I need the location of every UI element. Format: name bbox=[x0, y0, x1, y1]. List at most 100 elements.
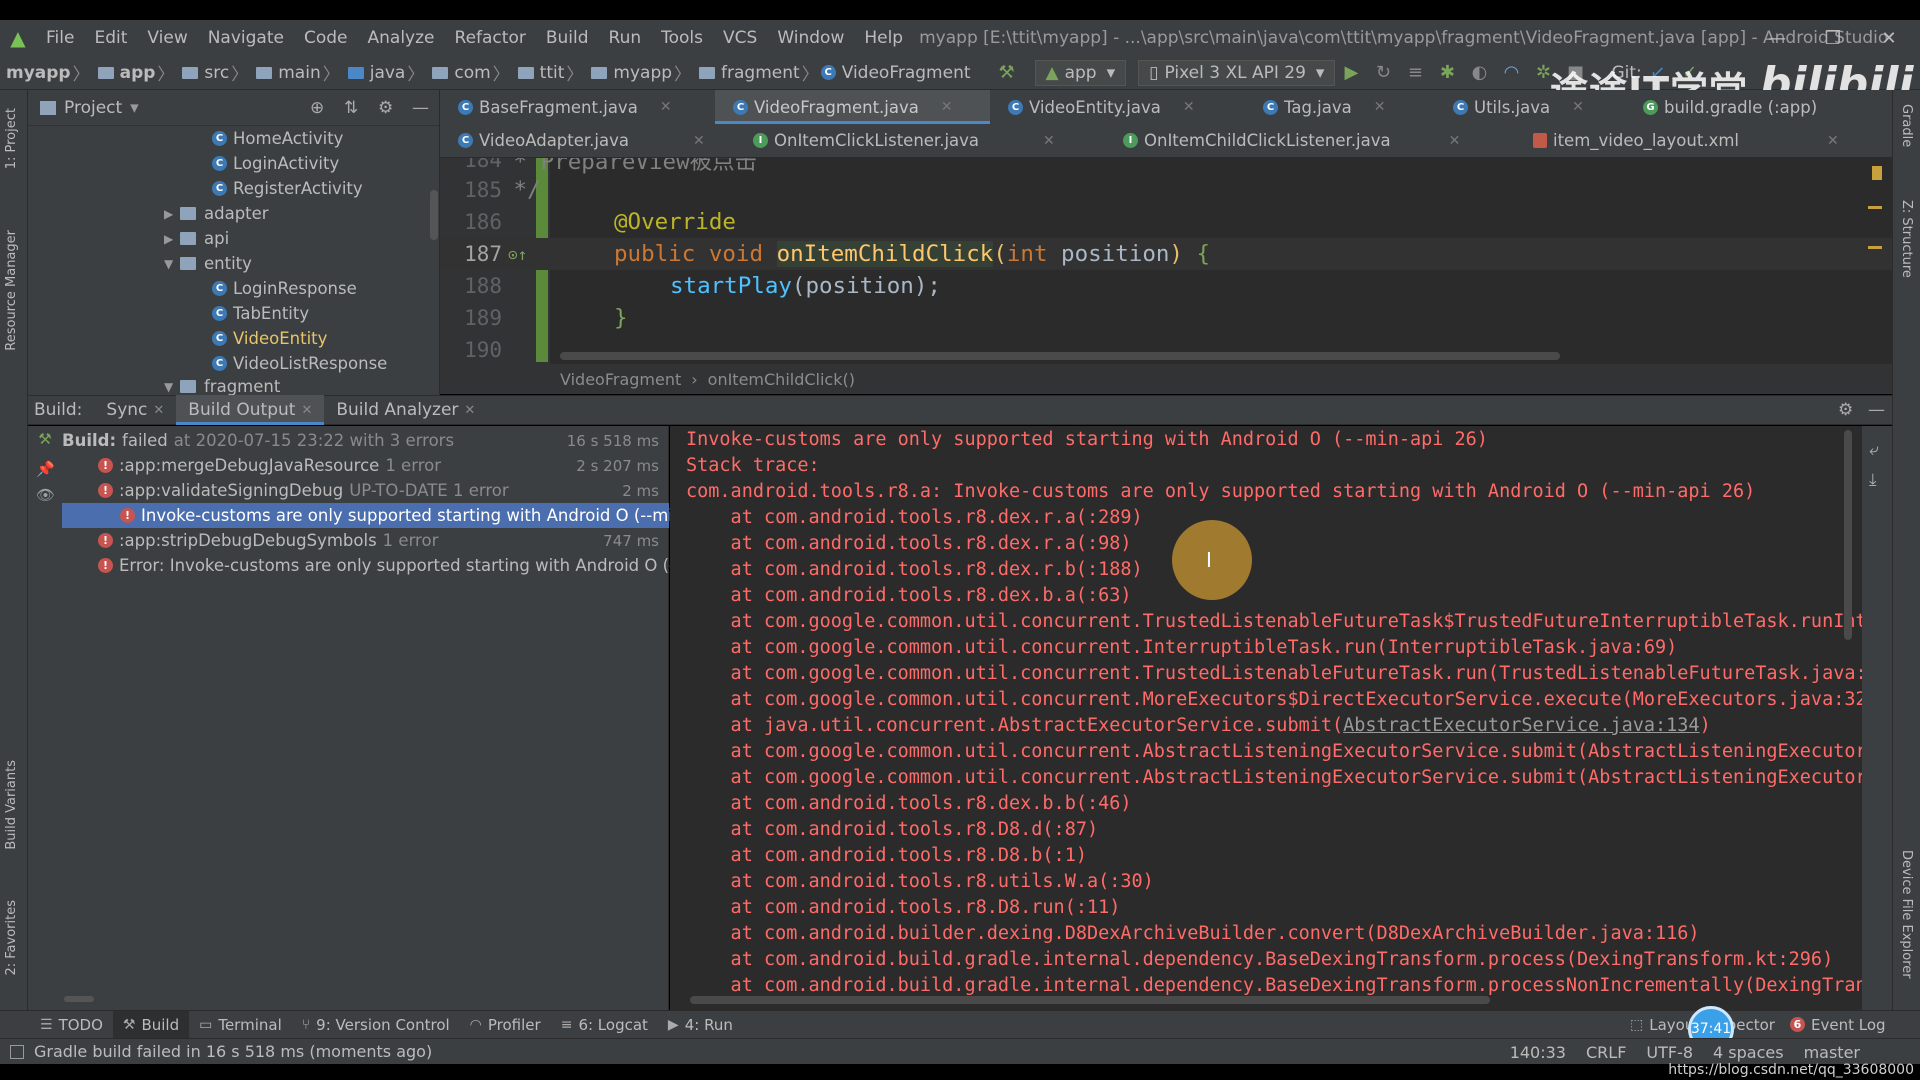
tree-item-videolistresponse[interactable]: C VideoListResponse bbox=[212, 351, 387, 376]
implements-marker-icon[interactable]: ⊙↑ bbox=[508, 245, 527, 264]
tab-videofragment[interactable]: C VideoFragment.java ✕ bbox=[715, 90, 990, 124]
tree-item-adapter[interactable]: ▶ adapter bbox=[164, 201, 269, 226]
crumb-java[interactable]: 〉 java bbox=[321, 60, 406, 86]
crumb-myapp[interactable]: 〉 myapp bbox=[564, 60, 672, 86]
close-tab-icon[interactable]: ✕ bbox=[693, 133, 705, 149]
menu-run[interactable]: Run bbox=[599, 28, 652, 48]
close-tab-icon[interactable]: ✕ bbox=[1572, 99, 1584, 115]
tab-utils[interactable]: C Utils.java ✕ bbox=[1435, 90, 1625, 124]
project-view-select[interactable]: Project bbox=[64, 98, 122, 118]
eye-icon[interactable]: 👁 bbox=[36, 486, 55, 504]
crumb-fragment[interactable]: 〉 fragment bbox=[672, 60, 800, 86]
tree-item-loginactivity[interactable]: C LoginActivity bbox=[212, 151, 339, 176]
tab-videoadapter[interactable]: C VideoAdapter.java ✕ bbox=[440, 124, 735, 158]
caret-position[interactable]: 140:33 bbox=[1510, 1043, 1566, 1062]
menu-tools[interactable]: Tools bbox=[651, 28, 713, 48]
crumb-project[interactable]: myapp bbox=[6, 63, 71, 83]
build-output-console[interactable]: Invoke-customs are only supported starti… bbox=[670, 426, 1862, 1010]
crumb-app[interactable]: 〉 app bbox=[71, 60, 156, 86]
source-link[interactable]: AbstractExecutorService.java:134 bbox=[1343, 715, 1699, 736]
crumb-com[interactable]: 〉 com bbox=[405, 60, 490, 86]
tree-item-api[interactable]: ▶ api bbox=[164, 226, 229, 251]
toolwin-version-control[interactable]: ⑂ 9: Version Control bbox=[292, 1011, 460, 1039]
menu-navigate[interactable]: Navigate bbox=[198, 28, 294, 48]
tree-item-loginresponse[interactable]: C LoginResponse bbox=[212, 276, 357, 301]
close-tab-icon[interactable]: ✕ bbox=[464, 403, 475, 418]
tab-item-video-layout[interactable]: item_video_layout.xml ✕ bbox=[1515, 124, 1885, 158]
close-tab-icon[interactable]: ✕ bbox=[1374, 99, 1386, 115]
build-row-error-selected[interactable]: ! Invoke-customs are only supported start… bbox=[62, 503, 730, 528]
tab-structure[interactable]: Z: Structure bbox=[1899, 200, 1914, 278]
debug-icon[interactable]: ✱ bbox=[1431, 62, 1463, 83]
tree-hscrollbar[interactable] bbox=[64, 996, 94, 1002]
build-row-task[interactable]: !:app:mergeDebugJavaResource 1 error 2 s 2… bbox=[62, 453, 669, 478]
tab-device-file-explorer[interactable]: Device File Explorer bbox=[1899, 850, 1914, 979]
rerun-icon[interactable]: ↻ bbox=[1367, 62, 1399, 83]
toolwin-logcat[interactable]: ≡ 6: Logcat bbox=[551, 1011, 658, 1039]
status-toggle-icon[interactable] bbox=[10, 1044, 24, 1059]
scroll-to-end-icon[interactable]: ⤓ bbox=[1869, 470, 1877, 490]
tab-onitemchildclicklistener[interactable]: I OnItemChildClickListener.java ✕ bbox=[1105, 124, 1515, 158]
menu-build[interactable]: Build bbox=[536, 28, 599, 48]
tab-sync[interactable]: Sync ✕ bbox=[94, 395, 176, 425]
toolwin-profiler[interactable]: ◠ Profiler bbox=[460, 1011, 551, 1039]
pin-icon[interactable]: 📌 bbox=[36, 460, 55, 478]
crumb-videofragment[interactable]: 〉 C VideoFragment bbox=[800, 60, 971, 86]
tab-favorites[interactable]: 2: Favorites bbox=[4, 900, 19, 976]
tab-gradle[interactable]: Gradle bbox=[1899, 104, 1914, 147]
close-tab-icon[interactable]: ✕ bbox=[153, 403, 164, 418]
hide-icon[interactable]: — bbox=[1868, 400, 1885, 420]
toolwin-terminal[interactable]: ▭ Terminal bbox=[189, 1011, 292, 1039]
warning-marker[interactable] bbox=[1872, 166, 1882, 180]
toolwin-build[interactable]: ⚒ Build bbox=[112, 1010, 190, 1039]
coverage-icon[interactable]: ◐ bbox=[1463, 62, 1495, 83]
menu-help[interactable]: Help bbox=[854, 28, 913, 48]
tab-build-gradle[interactable]: Gbuild.gradle (:app) bbox=[1625, 90, 1865, 124]
git-branch[interactable]: master bbox=[1804, 1043, 1860, 1062]
build-row-task[interactable]: !:app:validateSigningDebug UP-TO-DATE 1 e… bbox=[62, 478, 669, 503]
close-tab-icon[interactable]: ✕ bbox=[301, 403, 312, 418]
run-icon[interactable]: ▶ bbox=[1335, 62, 1367, 83]
collapse-icon[interactable]: ⇅ bbox=[344, 98, 358, 118]
soft-wrap-icon[interactable]: ⤶ bbox=[1869, 440, 1879, 460]
output-hscrollbar[interactable] bbox=[690, 996, 1490, 1004]
breadcrumb-method[interactable]: onItemChildClick() bbox=[708, 370, 855, 389]
menu-view[interactable]: View bbox=[137, 28, 197, 48]
menu-file[interactable]: File bbox=[36, 28, 84, 48]
hammer-icon[interactable]: ⚒ bbox=[991, 62, 1023, 83]
hammer-icon[interactable]: ⚒ bbox=[36, 430, 54, 448]
tab-build-variants[interactable]: Build Variants bbox=[4, 760, 19, 850]
tab-project-vertical[interactable]: 1: Project bbox=[4, 108, 19, 169]
hide-icon[interactable]: — bbox=[412, 98, 429, 118]
menu-edit[interactable]: Edit bbox=[84, 28, 137, 48]
close-tab-icon[interactable]: ✕ bbox=[1183, 99, 1195, 115]
menu-analyze[interactable]: Analyze bbox=[358, 28, 445, 48]
toolwin-todo[interactable]: ☰ TODO bbox=[30, 1011, 113, 1039]
tab-tag[interactable]: C Tag.java ✕ bbox=[1245, 90, 1435, 124]
menu-code[interactable]: Code bbox=[294, 28, 358, 48]
warning-marker[interactable] bbox=[1868, 246, 1882, 249]
tab-resource-manager[interactable]: Resource Manager bbox=[4, 230, 19, 351]
tree-item-videoentity[interactable]: C VideoEntity bbox=[212, 326, 327, 351]
tab-basefragment[interactable]: C BaseFragment.java ✕ bbox=[440, 90, 715, 124]
line-separator[interactable]: CRLF bbox=[1586, 1043, 1626, 1062]
status-message[interactable]: Gradle build failed in 16 s 518 ms (mome… bbox=[34, 1042, 432, 1061]
close-window-icon[interactable]: ✕ bbox=[1862, 20, 1916, 56]
project-scrollbar[interactable] bbox=[430, 190, 438, 240]
minimize-icon[interactable]: — bbox=[1750, 20, 1804, 56]
warning-marker[interactable] bbox=[1868, 206, 1882, 209]
gear-icon[interactable]: ⚙ bbox=[1838, 400, 1853, 420]
run-config-select[interactable]: ▲ app ▾ bbox=[1034, 59, 1127, 86]
gear-icon[interactable]: ⚙ bbox=[378, 98, 393, 118]
editor-hscrollbar[interactable] bbox=[560, 352, 1560, 360]
tab-videoentity[interactable]: C VideoEntity.java ✕ bbox=[990, 90, 1245, 124]
locate-icon[interactable]: ⊕ bbox=[310, 98, 324, 118]
profile-icon[interactable]: ◠ bbox=[1495, 62, 1527, 83]
close-tab-icon[interactable]: ✕ bbox=[1043, 133, 1055, 149]
toolwin-event-log[interactable]: 6 Event Log bbox=[1780, 1011, 1896, 1039]
menu-window[interactable]: Window bbox=[767, 28, 854, 48]
tree-item-tabentity[interactable]: C TabEntity bbox=[212, 301, 309, 326]
breadcrumb-class[interactable]: VideoFragment bbox=[560, 370, 681, 389]
crumb-main[interactable]: 〉 main bbox=[229, 60, 320, 86]
tab-onitemclicklistener[interactable]: I OnItemClickListener.java ✕ bbox=[735, 124, 1105, 158]
